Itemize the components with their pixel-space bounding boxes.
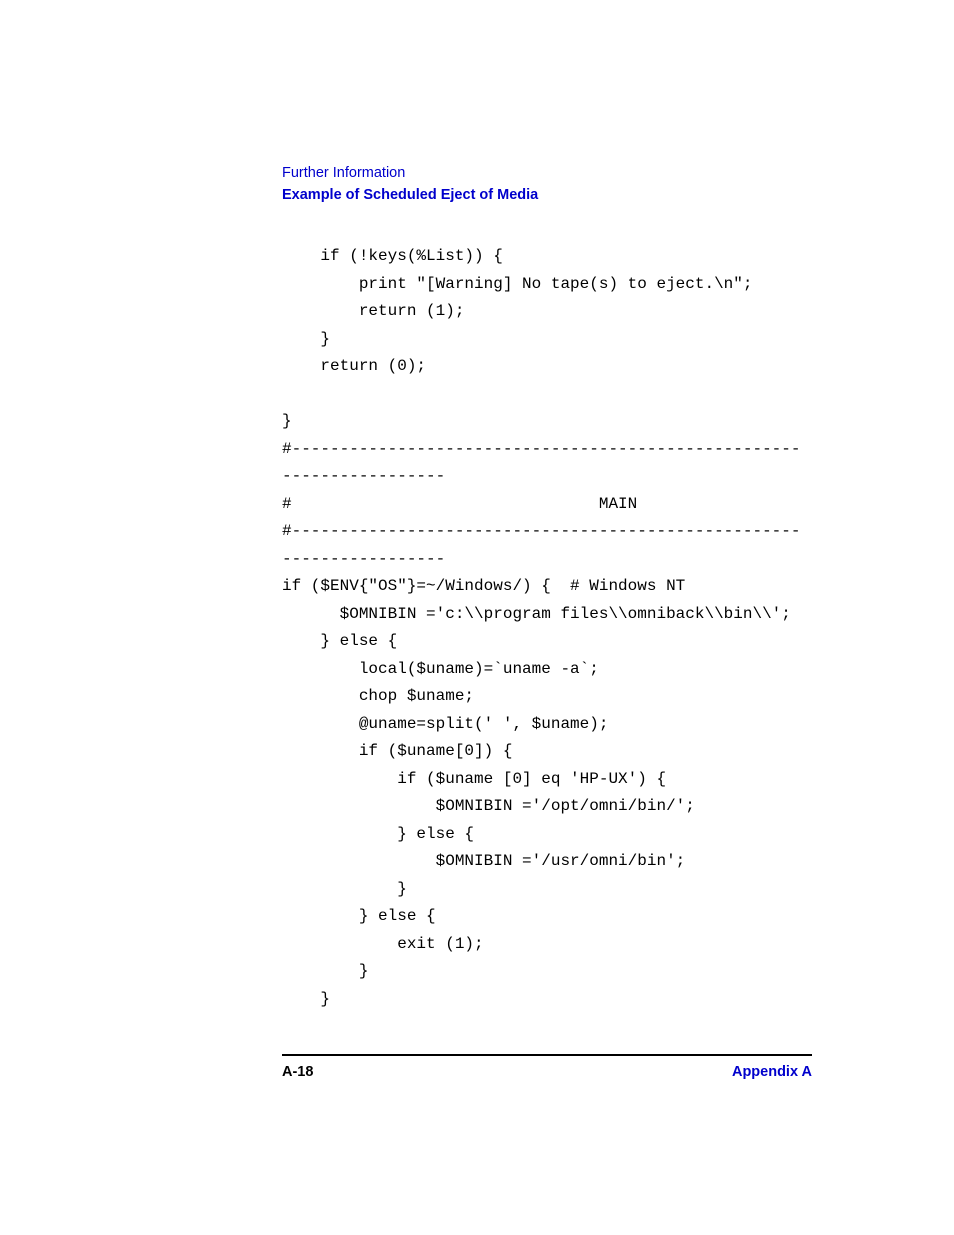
footer-rule	[282, 1054, 812, 1056]
page-number: A-18	[282, 1064, 313, 1080]
section-header: Further Information	[282, 165, 812, 181]
appendix-label: Appendix A	[732, 1064, 812, 1080]
page-content: Further Information Example of Scheduled…	[282, 165, 812, 1013]
subsection-header: Example of Scheduled Eject of Media	[282, 187, 812, 203]
code-block: if (!keys(%List)) { print "[Warning] No …	[282, 243, 812, 1013]
page-footer: A-18 Appendix A	[282, 1064, 812, 1080]
